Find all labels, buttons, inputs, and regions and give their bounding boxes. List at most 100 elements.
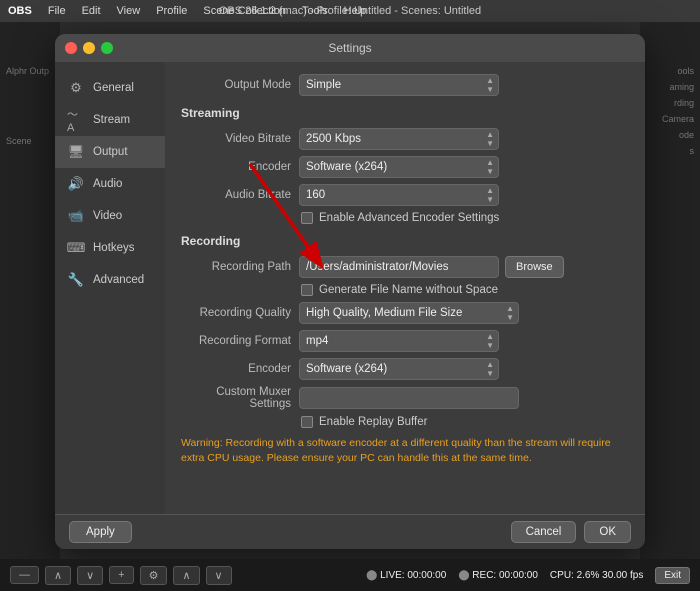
menu-profile[interactable]: Profile	[156, 5, 187, 17]
sidebar-label-stream: Stream	[93, 114, 130, 126]
bg-right-3: Camera	[648, 114, 694, 124]
sidebar-label-video: Video	[93, 210, 122, 222]
recording-encoder-select[interactable]: Software (x264) ▲ ▼	[299, 358, 499, 380]
sidebar-item-hotkeys[interactable]: ⌨ Hotkeys	[55, 232, 165, 264]
generate-filename-label: Generate File Name without Space	[319, 284, 498, 296]
live-label: LIVE:	[380, 570, 404, 581]
enable-replay-label: Enable Replay Buffer	[319, 416, 427, 428]
maximize-button[interactable]	[101, 42, 113, 54]
stream-down-button[interactable]: ∨	[77, 566, 103, 585]
recording-format-select[interactable]: mp4 ▲ ▼	[299, 330, 499, 352]
generate-filename-row: Generate File Name without Space	[301, 284, 629, 296]
streaming-encoder-arrows: ▲ ▼	[486, 159, 494, 176]
cancel-button[interactable]: Cancel	[511, 521, 577, 543]
recording-path-row: Recording Path Browse	[181, 256, 629, 278]
rec-label: REC:	[472, 570, 496, 581]
main-background: Alphr Outp Scene ools aming rding Camera…	[0, 22, 700, 559]
recording-quality-row: Recording Quality High Quality, Medium F…	[181, 302, 629, 324]
enable-advanced-label: Enable Advanced Encoder Settings	[319, 212, 499, 224]
sidebar-item-stream[interactable]: 〜A Stream	[55, 104, 165, 136]
sidebar-item-output[interactable]: 🖥 Output	[55, 136, 165, 168]
streaming-section: Streaming Video Bitrate 2500 Kbps ▲ ▼	[181, 106, 629, 224]
sidebar-label-output: Output	[93, 146, 128, 158]
stream-up-button[interactable]: ∧	[45, 566, 71, 585]
recording-quality-select[interactable]: High Quality, Medium File Size ▲ ▼	[299, 302, 519, 324]
sidebar-item-video[interactable]: 📹 Video	[55, 200, 165, 232]
sidebar-label-hotkeys: Hotkeys	[93, 242, 135, 254]
settings-button[interactable]: ⚙	[140, 566, 168, 585]
cpu-value: CPU: 2.6%	[550, 570, 599, 581]
warning-text: Warning: Recording with a software encod…	[181, 436, 629, 465]
apply-button[interactable]: Apply	[69, 521, 132, 543]
sidebar-item-audio[interactable]: 🔊 Audio	[55, 168, 165, 200]
bg-panel-left: Alphr Outp Scene	[0, 22, 60, 559]
menu-view[interactable]: View	[117, 5, 141, 17]
video-bitrate-row: Video Bitrate 2500 Kbps ▲ ▼	[181, 128, 629, 150]
scene-down-button[interactable]: ∨	[206, 566, 232, 585]
audio-bitrate-label: Audio Bitrate	[181, 189, 291, 201]
sidebar-item-general[interactable]: ⚙ General	[55, 72, 165, 104]
settings-window: Settings ⚙ General 〜A Stream 🖥 Output	[55, 34, 645, 549]
keyboard-icon: ⌨	[67, 239, 85, 257]
menu-file[interactable]: File	[48, 5, 66, 17]
title-bar: Settings	[55, 34, 645, 62]
streaming-header: Streaming	[181, 106, 629, 120]
recording-quality-arrows: ▲ ▼	[506, 305, 514, 322]
window-body: ⚙ General 〜A Stream 🖥 Output 🔊 Audio 📹	[55, 62, 645, 514]
audio-icon: 🔊	[67, 175, 85, 193]
settings-title: Settings	[328, 41, 371, 55]
enable-advanced-row: Enable Advanced Encoder Settings	[301, 212, 629, 224]
streaming-encoder-value: Software (x264)	[306, 161, 486, 173]
advanced-icon: 🔧	[67, 271, 85, 289]
sidebar-label-audio: Audio	[93, 178, 122, 190]
status-bar: — ∧ ∨ + ⚙ ∧ ∨ ⬤ LIVE: 00:00:00 ⬤ REC: 00…	[0, 559, 700, 591]
audio-bitrate-arrows: ▲ ▼	[486, 187, 494, 204]
audio-bitrate-select[interactable]: 160 ▲ ▼	[299, 184, 499, 206]
sidebar-label-general: General	[93, 82, 134, 94]
recording-format-arrows: ▲ ▼	[486, 333, 494, 350]
custom-muxer-input[interactable]	[299, 387, 519, 409]
add-button[interactable]: +	[109, 566, 133, 584]
exit-button[interactable]: Exit	[655, 567, 690, 584]
menu-bar: OBS File Edit View Profile Scene Collect…	[0, 0, 700, 22]
browse-button[interactable]: Browse	[505, 256, 564, 278]
live-time: 00:00:00	[407, 570, 446, 581]
recording-format-label: Recording Format	[181, 335, 291, 347]
cpu-fps: CPU: 2.6% 30.00 fps	[550, 570, 643, 581]
recording-quality-value: High Quality, Medium File Size	[306, 307, 506, 319]
enable-replay-checkbox[interactable]	[301, 416, 313, 428]
recording-format-row: Recording Format mp4 ▲ ▼	[181, 330, 629, 352]
bottom-bar: Apply Cancel OK	[55, 514, 645, 549]
stop-button[interactable]: —	[10, 566, 39, 584]
close-button[interactable]	[65, 42, 77, 54]
left-bg-items: Alphr Outp Scene	[0, 62, 58, 150]
menu-edit[interactable]: Edit	[82, 5, 101, 17]
content-area: Output Mode Simple ▲ ▼ Streaming Video	[165, 62, 645, 514]
output-icon: 🖥	[67, 143, 85, 161]
bg-right-1: aming	[648, 82, 694, 92]
stream-icon: 〜A	[67, 111, 85, 129]
recording-section: Recording Recording Path Browse Generate…	[181, 234, 629, 465]
minimize-button[interactable]	[83, 42, 95, 54]
ok-button[interactable]: OK	[584, 521, 631, 543]
output-mode-arrows: ▲ ▼	[486, 77, 494, 94]
sidebar-item-advanced[interactable]: 🔧 Advanced	[55, 264, 165, 296]
recording-path-input[interactable]	[299, 256, 499, 278]
live-dot: ⬤	[366, 570, 380, 581]
streaming-encoder-select[interactable]: Software (x264) ▲ ▼	[299, 156, 499, 178]
scene-up-button[interactable]: ∧	[173, 566, 199, 585]
video-icon: 📹	[67, 207, 85, 225]
custom-muxer-label: Custom Muxer Settings	[181, 386, 291, 410]
output-mode-select[interactable]: Simple ▲ ▼	[299, 74, 499, 96]
traffic-lights	[65, 42, 113, 54]
bg-item-alphr: Alphr Outp	[6, 66, 52, 76]
fps-value: 30.00 fps	[602, 570, 643, 581]
bg-panel-right: ools aming rding Camera ode s	[640, 22, 700, 559]
bg-right-2: rding	[648, 98, 694, 108]
video-bitrate-label: Video Bitrate	[181, 133, 291, 145]
generate-filename-checkbox[interactable]	[301, 284, 313, 296]
video-bitrate-select[interactable]: 2500 Kbps ▲ ▼	[299, 128, 499, 150]
sidebar: ⚙ General 〜A Stream 🖥 Output 🔊 Audio 📹	[55, 62, 165, 514]
enable-advanced-checkbox[interactable]	[301, 212, 313, 224]
status-right: ⬤ LIVE: 00:00:00 ⬤ REC: 00:00:00 CPU: 2.…	[366, 567, 690, 584]
